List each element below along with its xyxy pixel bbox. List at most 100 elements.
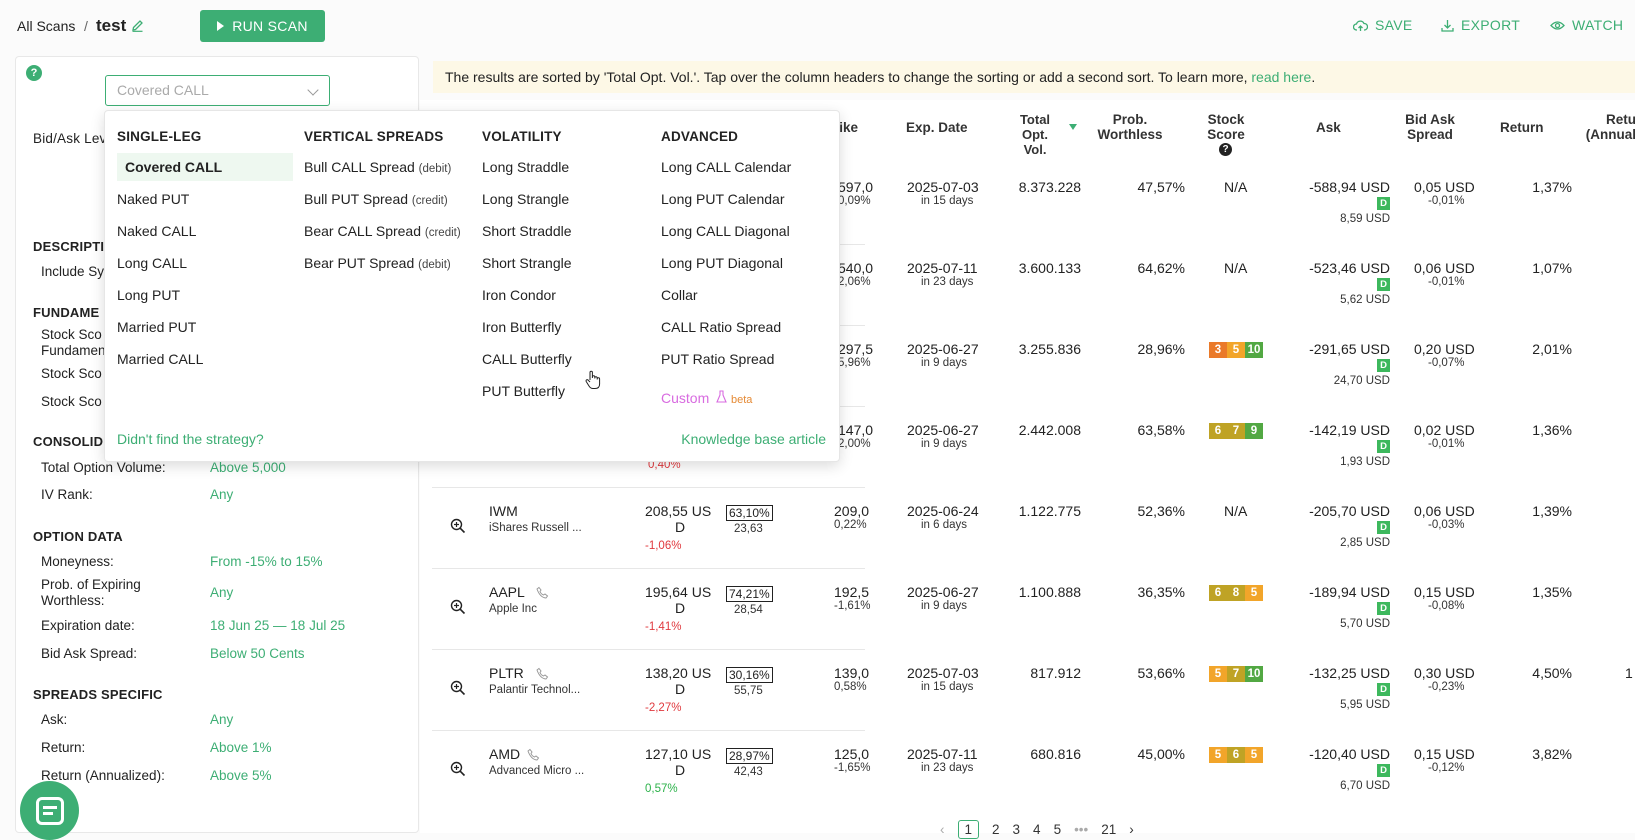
row-symbol[interactable]: AAPL bbox=[489, 584, 525, 600]
pager-page[interactable]: 2 bbox=[992, 822, 1000, 837]
strategy-item[interactable]: PUT Ratio Spread bbox=[661, 351, 774, 367]
strategy-item-label: Iron Condor bbox=[482, 287, 556, 303]
strategy-item[interactable]: PUT Butterfly bbox=[482, 383, 565, 399]
strategy-item[interactable]: Collar bbox=[661, 287, 698, 303]
strategy-item[interactable]: Iron Butterfly bbox=[482, 319, 561, 335]
zoom-in-icon[interactable] bbox=[450, 518, 466, 534]
row-ask-sub: 24,70 USD bbox=[1333, 375, 1390, 387]
phone-icon[interactable] bbox=[527, 748, 540, 761]
header-exp-date[interactable]: Exp. Date bbox=[906, 120, 968, 135]
strategy-item[interactable]: Long PUT Calendar bbox=[661, 191, 784, 207]
total-option-volume-value[interactable]: Above 5,000 bbox=[210, 460, 286, 475]
header-prob-worthless[interactable]: Prob. Worthless bbox=[1095, 112, 1165, 142]
pager-last[interactable]: 21 bbox=[1101, 822, 1116, 837]
strategy-item[interactable]: Long CALL Calendar bbox=[661, 159, 791, 175]
stock-score-chip: 5 bbox=[1245, 585, 1263, 601]
read-here-link[interactable]: read here bbox=[1251, 69, 1311, 85]
header-ask[interactable]: Ask bbox=[1316, 120, 1341, 135]
strategy-item[interactable]: Bear PUT Spread (debit) bbox=[304, 255, 451, 271]
strategy-item[interactable]: CALL Ratio Spread bbox=[661, 319, 781, 335]
strategy-item[interactable]: Long PUT bbox=[117, 287, 180, 303]
strategy-item[interactable]: Iron Condor bbox=[482, 287, 556, 303]
moneyness-label: Moneyness: bbox=[41, 554, 114, 569]
row-total-volume: 3.255.836 bbox=[1018, 341, 1081, 357]
strategy-item[interactable]: Bear CALL Spread (credit) bbox=[304, 223, 461, 239]
row-price-unit: D bbox=[675, 681, 686, 697]
return-value[interactable]: Above 1% bbox=[210, 740, 272, 755]
strategy-item[interactable]: Naked PUT bbox=[117, 191, 189, 207]
pager-page[interactable]: 4 bbox=[1033, 822, 1041, 837]
pager-prev[interactable]: ‹ bbox=[940, 822, 945, 837]
row-strike-change: 0,09% bbox=[838, 195, 871, 207]
expiration-date-value[interactable]: 18 Jun 25 — 18 Jul 25 bbox=[210, 618, 345, 633]
strategy-item[interactable]: Married PUT bbox=[117, 319, 196, 335]
header-return-annualized[interactable]: Retu (Annual bbox=[1576, 112, 1635, 142]
stock-score-chip: 6 bbox=[1209, 585, 1227, 601]
prob-expiring-worthless-value[interactable]: Any bbox=[210, 585, 233, 600]
pager-page[interactable]: 5 bbox=[1054, 822, 1062, 837]
strategy-item[interactable]: Long CALL bbox=[117, 255, 187, 271]
strategy-item[interactable]: Bull CALL Spread (debit) bbox=[304, 159, 451, 175]
bid-ask-spread-value[interactable]: Below 50 Cents bbox=[210, 646, 305, 661]
moneyness-value[interactable]: From -15% to 15% bbox=[210, 554, 323, 569]
row-company-name: Palantir Technol... bbox=[489, 684, 581, 696]
strategy-item[interactable]: Long Straddle bbox=[482, 159, 569, 175]
pager-page[interactable]: 3 bbox=[1013, 822, 1021, 837]
row-symbol[interactable]: PLTR bbox=[489, 665, 524, 681]
header-stock-score[interactable]: Stock Score bbox=[1203, 112, 1249, 142]
ask-value[interactable]: Any bbox=[210, 712, 233, 727]
header-bid-ask-spread[interactable]: Bid Ask Spread bbox=[1400, 112, 1460, 142]
export-label: EXPORT bbox=[1461, 17, 1521, 33]
zoom-in-icon[interactable] bbox=[450, 599, 466, 615]
row-exp-date: 2025-06-27 bbox=[907, 422, 979, 438]
save-button[interactable]: SAVE bbox=[1353, 17, 1413, 33]
phone-icon[interactable] bbox=[536, 586, 549, 599]
pager-page[interactable]: 1 bbox=[957, 820, 980, 839]
strategy-item[interactable]: Married CALL bbox=[117, 351, 203, 367]
zoom-in-icon[interactable] bbox=[450, 761, 466, 777]
strategy-item[interactable]: Short Strangle bbox=[482, 255, 572, 271]
strategy-item[interactable]: Long CALL Diagonal bbox=[661, 223, 790, 239]
strategy-item-note: (credit) bbox=[424, 227, 461, 239]
strategy-item[interactable]: Long Strangle bbox=[482, 191, 569, 207]
row-return: 1,36% bbox=[1532, 422, 1572, 438]
help-icon[interactable]: ? bbox=[26, 65, 42, 81]
custom-strategy-item[interactable]: Custom beta bbox=[661, 390, 752, 406]
row-bid-ask-spread-pct: -0,08% bbox=[1428, 600, 1465, 612]
breadcrumb-all-scans[interactable]: All Scans bbox=[17, 18, 75, 34]
row-price-unit: D bbox=[675, 600, 686, 616]
zoom-in-icon[interactable] bbox=[450, 680, 466, 696]
strategy-item[interactable]: Long PUT Diagonal bbox=[661, 255, 783, 271]
iv-rank-value[interactable]: Any bbox=[210, 487, 233, 502]
didnt-find-strategy-link[interactable]: Didn't find the strategy? bbox=[117, 431, 264, 447]
strategy-select[interactable]: Covered CALL bbox=[105, 75, 330, 106]
row-symbol[interactable]: IWM bbox=[489, 503, 518, 519]
strategy-item-label: Short Straddle bbox=[482, 223, 572, 239]
strategy-item[interactable]: Bull PUT Spread (credit) bbox=[304, 191, 448, 207]
run-scan-button[interactable]: RUN SCAN bbox=[200, 10, 325, 42]
strategy-item-label: Long Strangle bbox=[482, 191, 570, 207]
row-strike-change: -1,61% bbox=[834, 600, 871, 612]
strategy-item[interactable]: Covered CALL bbox=[117, 153, 293, 181]
watch-button[interactable]: WATCH bbox=[1550, 17, 1623, 33]
strategy-item[interactable]: Short Straddle bbox=[482, 223, 572, 239]
knowledge-base-link[interactable]: Knowledge base article bbox=[681, 431, 826, 447]
header-return[interactable]: Return bbox=[1500, 120, 1544, 135]
chat-button[interactable] bbox=[20, 781, 79, 840]
row-stock-scores: 3 5 10 bbox=[1209, 342, 1263, 358]
row-prob-worthless: 64,62% bbox=[1137, 260, 1185, 276]
return-annualized-value[interactable]: Above 5% bbox=[210, 768, 272, 783]
header-total-opt-vol[interactable]: Total Opt. Vol. bbox=[1010, 112, 1060, 157]
export-button[interactable]: EXPORT bbox=[1441, 17, 1520, 33]
phone-icon[interactable] bbox=[536, 667, 549, 680]
pager-next[interactable]: › bbox=[1129, 822, 1134, 837]
row-price: 195,64 US bbox=[645, 584, 712, 600]
row-symbol[interactable]: AMD bbox=[489, 746, 520, 762]
custom-label: Custom bbox=[661, 390, 710, 406]
pencil-icon[interactable] bbox=[131, 19, 144, 35]
strategy-item[interactable]: Naked CALL bbox=[117, 223, 196, 239]
question-icon[interactable]: ? bbox=[1219, 143, 1232, 156]
strategy-item[interactable]: CALL Butterfly bbox=[482, 351, 572, 367]
bid-ask-level-label: Bid/Ask Lev bbox=[33, 131, 107, 146]
row-price-change: -1,41% bbox=[645, 621, 682, 633]
